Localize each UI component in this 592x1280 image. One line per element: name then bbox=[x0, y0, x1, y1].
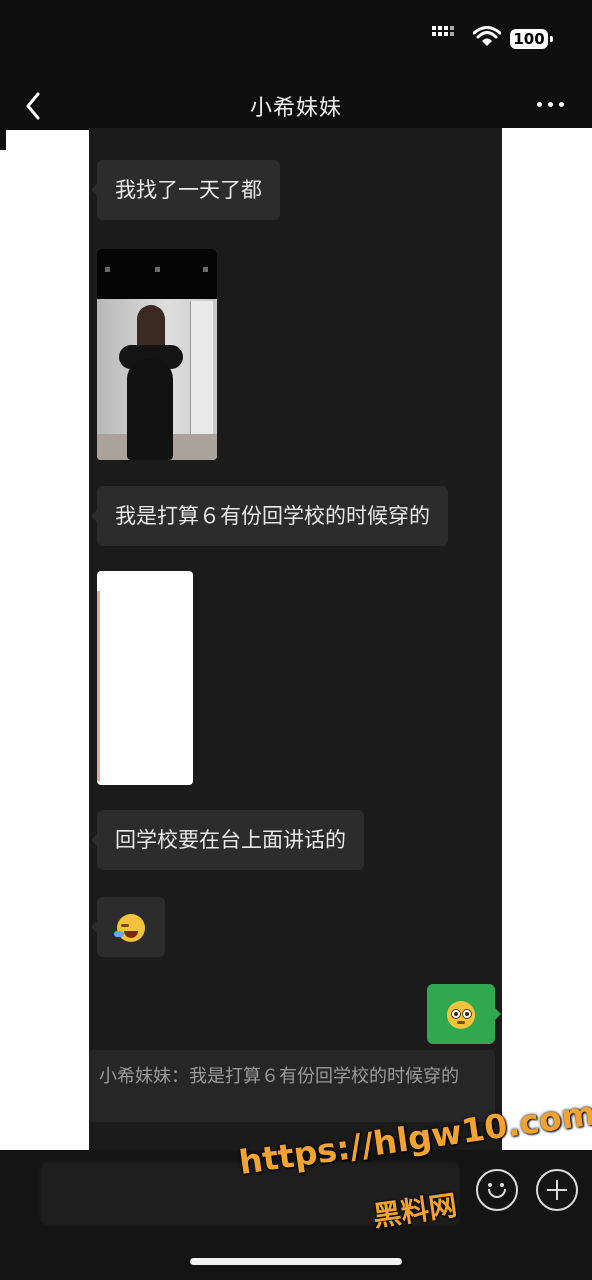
wifi-icon bbox=[473, 26, 501, 46]
signal-icon bbox=[432, 32, 454, 36]
message-bubble-incoming[interactable]: 我找了一天了都 bbox=[91, 160, 280, 220]
plus-icon[interactable] bbox=[536, 1169, 578, 1211]
emoji-button-icon[interactable] bbox=[476, 1169, 518, 1211]
home-indicator bbox=[190, 1258, 402, 1265]
backdrop-left-edge bbox=[0, 130, 6, 150]
photo-screenshot-topbar bbox=[97, 249, 217, 299]
quote-text: 小希妹妹：我是打算６有份回学校的时候穿的 bbox=[99, 1066, 459, 1087]
message-bubble-incoming[interactable]: 回学校要在台上面讲话的 bbox=[91, 810, 364, 870]
more-icon[interactable] bbox=[537, 102, 564, 107]
message-bubble-outgoing-emoji[interactable] bbox=[427, 984, 501, 1044]
status-bar: 100 bbox=[0, 0, 592, 80]
sweat-laugh-emoji-icon bbox=[117, 914, 145, 942]
chat-title: 小希妹妹 bbox=[249, 96, 342, 121]
flushed-emoji-icon bbox=[447, 1001, 475, 1029]
message-bubble-incoming[interactable]: 我是打算６有份回学校的时候穿的 bbox=[91, 486, 448, 546]
backdrop-right bbox=[502, 128, 592, 1150]
image-message-photo[interactable] bbox=[97, 249, 217, 460]
chat-header: 小希妹妹 bbox=[0, 80, 592, 132]
image-message-blank[interactable] bbox=[97, 571, 193, 785]
quoted-reply[interactable]: 小希妹妹：我是打算６有份回学校的时候穿的 bbox=[89, 1050, 495, 1122]
message-bubble-incoming-emoji[interactable] bbox=[91, 897, 165, 957]
battery-icon: 100 bbox=[510, 29, 553, 49]
backdrop-left bbox=[0, 130, 89, 1150]
chat-area[interactable]: 我找了一天了都 我是打算６有份回学校的时候穿的 回学校要在台上面讲话的 小希妹妹… bbox=[89, 128, 502, 1150]
